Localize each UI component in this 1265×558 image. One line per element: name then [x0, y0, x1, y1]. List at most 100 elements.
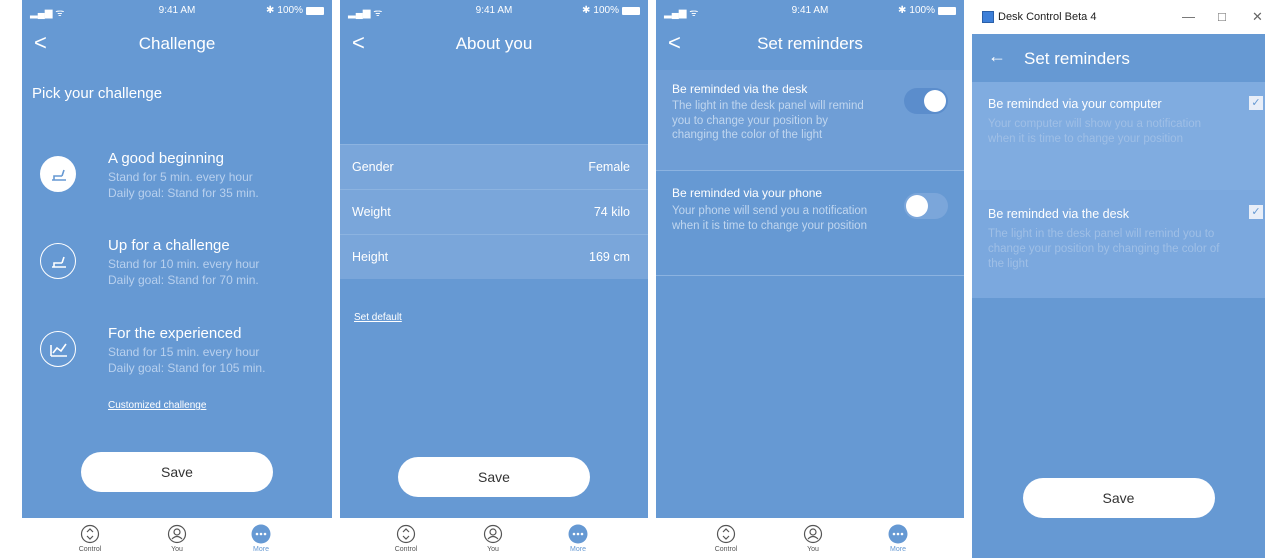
challenge-screen: ▂▄▆ ᯤ 9:41 AM ✱ 100% < Challenge Pick yo… — [22, 0, 332, 558]
challenge-goal: Daily goal: Stand for 70 min. — [108, 273, 259, 287]
tab-bar: Control You More — [22, 518, 332, 558]
tab-you[interactable]: You — [783, 524, 843, 553]
customized-challenge-link[interactable]: Customized challenge — [108, 400, 206, 411]
challenge-detail: Stand for 10 min. every hour — [108, 257, 260, 271]
status-bar: ▂▄▆ ᯤ 9:41 AM ✱ 100% — [22, 0, 332, 20]
standing-desk-icon — [40, 243, 76, 279]
maximize-button[interactable]: □ — [1218, 9, 1226, 24]
set-default-link[interactable]: Set default — [354, 312, 402, 323]
height-row[interactable]: Height 169 cm — [340, 234, 648, 279]
reminder-desk-row: Be reminded via the desk The light in th… — [656, 70, 964, 171]
reminder-title: Be reminded via your computer — [988, 97, 1162, 111]
tab-label: Control — [714, 546, 738, 553]
minimize-button[interactable]: — — [1182, 9, 1195, 24]
window-titlebar: Desk Control Beta 4 — □ ✕ — [972, 0, 1265, 34]
nav-bar: < Set reminders — [656, 24, 964, 64]
save-button[interactable]: Save — [398, 457, 590, 497]
page-title: About you — [455, 34, 533, 53]
reminder-computer-row: Be reminded via your computer Your compu… — [972, 82, 1265, 190]
reminder-description: The light in the desk panel will remind … — [672, 100, 864, 141]
reminder-description: Your computer will show you a notificati… — [988, 118, 1202, 145]
app-icon — [982, 11, 994, 23]
challenge-title: Up for a challenge — [108, 237, 230, 254]
tab-you[interactable]: You — [147, 524, 207, 553]
battery-indicator: ✱ 100% — [266, 5, 324, 16]
gender-row[interactable]: Gender Female — [340, 144, 648, 189]
battery-indicator: ✱ 100% — [898, 5, 956, 16]
about-you-screen: ▂▄▆ ᯤ 9:41 AM ✱ 100% < About you Gender … — [340, 0, 648, 558]
phone-reminder-toggle[interactable] — [904, 193, 948, 219]
tab-label: More — [570, 546, 586, 553]
control-icon — [716, 524, 736, 544]
tab-you[interactable]: You — [463, 524, 523, 553]
challenge-title: For the experienced — [108, 325, 242, 342]
row-label: Weight — [352, 205, 391, 219]
challenge-detail: Stand for 15 min. every hour — [108, 345, 260, 359]
page-title: Set reminders — [1024, 49, 1130, 68]
reminder-description: The light in the desk panel will remind … — [988, 228, 1220, 270]
desk-reminder-toggle[interactable] — [904, 88, 948, 114]
tab-more[interactable]: More — [548, 524, 608, 553]
tab-more[interactable]: More — [868, 524, 928, 553]
challenge-title: A good beginning — [108, 150, 224, 167]
control-icon — [396, 524, 416, 544]
set-reminders-screen: ▂▄▆ ᯤ 9:41 AM ✱ 100% < Set reminders Be … — [656, 0, 964, 558]
user-icon — [803, 524, 823, 544]
nav-bar: < About you — [340, 24, 648, 64]
user-icon — [167, 524, 187, 544]
nav-bar: < Challenge — [22, 24, 332, 64]
desktop-window: Desk Control Beta 4 — □ ✕ ← Set reminder… — [972, 0, 1265, 558]
tab-label: You — [171, 546, 183, 553]
tab-label: Control — [78, 546, 102, 553]
chart-icon — [40, 331, 76, 367]
reminder-description: Your phone will send you a notification … — [672, 205, 868, 232]
row-label: Height — [352, 250, 389, 264]
tab-control[interactable]: Control — [376, 524, 436, 553]
weight-row[interactable]: Weight 74 kilo — [340, 189, 648, 234]
tab-control[interactable]: Control — [60, 524, 120, 553]
challenge-goal: Daily goal: Stand for 105 min. — [108, 361, 266, 375]
reminder-title: Be reminded via the desk — [672, 82, 808, 96]
tab-more[interactable]: More — [231, 524, 291, 553]
more-icon — [251, 524, 271, 544]
more-icon — [888, 524, 908, 544]
toggle-knob — [924, 90, 946, 112]
computer-reminder-checkbox[interactable]: ✓ — [1249, 96, 1263, 110]
save-button[interactable]: Save — [81, 452, 273, 492]
section-heading: Pick your challenge — [32, 85, 163, 102]
window-title: Desk Control Beta 4 — [998, 11, 1097, 23]
row-label: Gender — [352, 160, 394, 174]
battery-icon — [622, 6, 640, 15]
row-value: Female — [588, 160, 630, 174]
page-title: Set reminders — [757, 34, 863, 53]
profile-list: Gender Female Weight 74 kilo Height 169 … — [340, 144, 648, 279]
tab-bar: Control You More — [340, 518, 648, 558]
battery-label: 100% — [593, 5, 619, 16]
more-icon — [568, 524, 588, 544]
row-value: 169 cm — [589, 250, 630, 264]
challenge-option-challenge[interactable]: Up for a challenge Stand for 10 min. eve… — [40, 237, 325, 297]
tab-control[interactable]: Control — [696, 524, 756, 553]
battery-icon — [938, 6, 956, 15]
reminder-title: Be reminded via the desk — [988, 207, 1130, 221]
tab-label: More — [890, 546, 906, 553]
status-bar: ▂▄▆ ᯤ 9:41 AM ✱ 100% — [656, 0, 964, 20]
bluetooth-icon: ✱ — [582, 5, 591, 16]
reminder-desk-row: Be reminded via the desk The light in th… — [972, 190, 1265, 298]
reminder-title: Be reminded via your phone — [672, 186, 823, 200]
battery-label: 100% — [277, 5, 303, 16]
bluetooth-icon: ✱ — [266, 5, 275, 16]
back-button[interactable]: ← — [988, 46, 1006, 67]
window-header: ← Set reminders — [972, 34, 1265, 82]
desk-reminder-checkbox[interactable]: ✓ — [1249, 205, 1263, 219]
challenge-option-beginning[interactable]: A good beginning Stand for 5 min. every … — [40, 150, 325, 210]
challenge-option-experienced[interactable]: For the experienced Stand for 15 min. ev… — [40, 325, 325, 385]
challenge-detail: Stand for 5 min. every hour — [108, 170, 253, 184]
status-bar: ▂▄▆ ᯤ 9:41 AM ✱ 100% — [340, 0, 648, 20]
save-button[interactable]: Save — [1022, 478, 1215, 518]
bluetooth-icon: ✱ — [898, 5, 907, 16]
tab-bar: Control You More — [656, 518, 964, 558]
close-button[interactable]: ✕ — [1252, 9, 1263, 25]
control-icon — [80, 524, 100, 544]
standing-desk-icon — [40, 156, 76, 192]
